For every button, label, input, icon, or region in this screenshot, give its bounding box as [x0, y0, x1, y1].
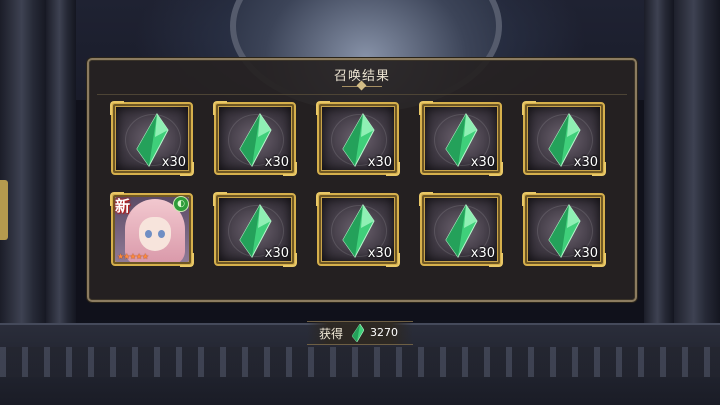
reward-card-crystal[interactable]: x30	[213, 192, 297, 267]
reward-card-crystal[interactable]: x30	[419, 192, 503, 267]
reward-card-character[interactable]: 新 ◐ ★★★★★	[110, 192, 194, 267]
title-ornament	[342, 84, 382, 88]
title-divider	[97, 94, 627, 95]
new-badge: 新	[115, 197, 131, 215]
reward-card-crystal[interactable]: x30	[110, 101, 194, 176]
balustrade	[0, 347, 720, 377]
reward-card-crystal[interactable]: x30	[316, 192, 400, 267]
reward-card-crystal[interactable]: x30	[213, 101, 297, 176]
reward-card-crystal[interactable]: x30	[316, 101, 400, 176]
portrait-eye-left	[145, 230, 152, 238]
reward-quantity: x30	[264, 155, 289, 170]
rarity-stars: ★★★★★	[117, 252, 149, 261]
reward-quantity: x30	[573, 155, 598, 170]
reward-quantity: x30	[367, 246, 392, 261]
green-crystal-icon	[352, 324, 364, 342]
reward-card-crystal[interactable]: x30	[522, 192, 606, 267]
wind-element-icon: ◐	[173, 196, 189, 212]
portrait-eye-right	[158, 230, 165, 238]
reward-quantity: x30	[470, 246, 495, 261]
obtained-total-bar: 获得 3270	[307, 321, 413, 345]
portrait-face	[139, 217, 171, 251]
reward-quantity: x30	[470, 155, 495, 170]
reward-quantity: x30	[161, 155, 186, 170]
reward-quantity: x30	[573, 246, 598, 261]
obtained-amount: 3270	[370, 326, 398, 339]
reward-card-crystal[interactable]: x30	[419, 101, 503, 176]
obtained-label: 获得	[319, 327, 344, 341]
reward-quantity: x30	[367, 155, 392, 170]
reward-card-crystal[interactable]: x30	[522, 101, 606, 176]
reward-quantity: x30	[264, 246, 289, 261]
side-tab-handle[interactable]	[0, 180, 8, 240]
